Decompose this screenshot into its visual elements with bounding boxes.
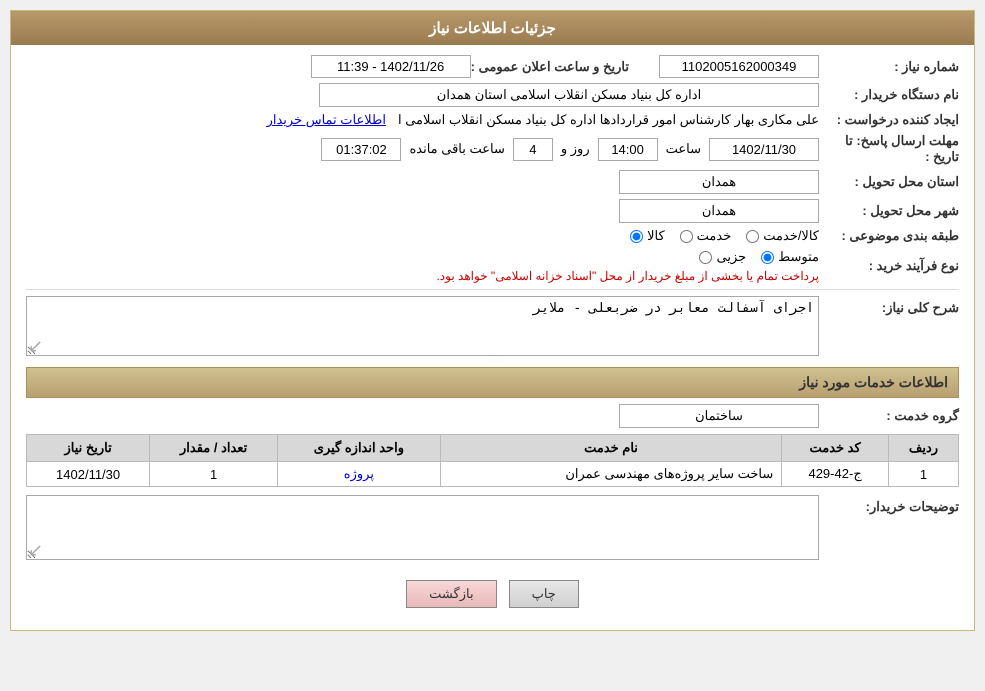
need-desc-textarea[interactable] — [26, 296, 819, 356]
category-option-khedmat[interactable]: خدمت — [680, 228, 732, 244]
col-header-quantity: تعداد / مقدار — [150, 435, 278, 462]
services-table-header-row: ردیف کد خدمت نام خدمت واحد اندازه گیری ت… — [27, 435, 959, 462]
need-desc-row: شرح کلی نیاز: ↙ — [26, 296, 959, 359]
need-desc-container: ↙ — [26, 296, 819, 359]
category-row: طبقه بندی موضوعی : کالا/خدمت خدمت کالا — [26, 228, 959, 244]
col-header-date: تاریخ نیاز — [27, 435, 150, 462]
category-kala-khedmat-label: کالا/خدمت — [763, 228, 819, 244]
col-header-row-num: ردیف — [888, 435, 958, 462]
button-row: چاپ بازگشت — [26, 568, 959, 620]
category-kala-radio[interactable] — [630, 230, 643, 243]
service-group-row: گروه خدمت : ساختمان — [26, 404, 959, 428]
page-title: جزئیات اطلاعات نیاز — [11, 11, 974, 45]
city-value: همدان — [619, 199, 819, 223]
main-box: جزئیات اطلاعات نیاز شماره نیاز : 1102005… — [10, 10, 975, 631]
buyer-notes-container: ↙ — [26, 495, 819, 563]
purchase-type-option-jozi[interactable]: جزیی — [699, 249, 746, 265]
need-desc-label: شرح کلی نیاز: — [819, 296, 959, 316]
creator-row: ایجاد کننده درخواست : علی مکاری بهار کار… — [26, 112, 959, 128]
cell-quantity: 1 — [150, 462, 278, 487]
city-row: شهر محل تحویل : همدان — [26, 199, 959, 223]
purchase-note: پرداخت تمام یا بخشی از مبلغ خریدار از مح… — [436, 269, 819, 283]
service-group-label: گروه خدمت : — [819, 408, 959, 424]
divider-1 — [26, 289, 959, 290]
purchase-motavaset-label: متوسط — [778, 249, 819, 265]
cell-service-name: ساخت سایر پروژه‌های مهندسی عمران — [440, 462, 782, 487]
content-area: شماره نیاز : 1102005162000349 تاریخ و سا… — [11, 45, 974, 630]
province-value: همدان — [619, 170, 819, 194]
back-button[interactable]: بازگشت — [406, 580, 496, 608]
creator-value: علی مکاری بهار کارشناس امور قراردادها اد… — [398, 112, 819, 128]
deadline-label: مهلت ارسال پاسخ: تا تاریخ : — [819, 133, 959, 165]
creator-link[interactable]: اطلاعات تماس خریدار — [267, 112, 386, 128]
buyer-notes-textarea[interactable] — [26, 495, 819, 560]
services-table: ردیف کد خدمت نام خدمت واحد اندازه گیری ت… — [26, 434, 959, 487]
service-group-value: ساختمان — [619, 404, 819, 428]
col-header-service-code: کد خدمت — [782, 435, 889, 462]
cell-date: 1402/11/30 — [27, 462, 150, 487]
page-wrapper: جزئیات اطلاعات نیاز شماره نیاز : 1102005… — [0, 0, 985, 691]
cell-row-num: 1 — [888, 462, 958, 487]
announcement-label: تاریخ و ساعت اعلان عمومی : — [471, 59, 629, 75]
print-button[interactable]: چاپ — [509, 580, 579, 608]
table-row: 1 ج-42-429 ساخت سایر پروژه‌های مهندسی عم… — [27, 462, 959, 487]
deadline-date: 1402/11/30 — [709, 138, 819, 161]
category-kala-khedmat-radio[interactable] — [746, 230, 759, 243]
category-kala-label: کالا — [647, 228, 665, 244]
deadline-remaining: 01:37:02 — [321, 138, 401, 161]
deadline-time-label: ساعت — [666, 141, 701, 157]
province-row: استان محل تحویل : همدان — [26, 170, 959, 194]
col-header-service-name: نام خدمت — [440, 435, 782, 462]
services-section-header: اطلاعات خدمات مورد نیاز — [26, 367, 959, 398]
category-khedmat-radio[interactable] — [680, 230, 693, 243]
city-label: شهر محل تحویل : — [819, 203, 959, 219]
province-label: استان محل تحویل : — [819, 174, 959, 190]
category-khedmat-label: خدمت — [697, 228, 732, 244]
category-option-kala-khedmat[interactable]: کالا/خدمت — [746, 228, 819, 244]
buyer-org-label: نام دستگاه خریدار : — [819, 87, 959, 103]
cell-unit: پروژه — [278, 462, 441, 487]
purchase-jozi-label: جزیی — [716, 249, 746, 265]
services-table-body: 1 ج-42-429 ساخت سایر پروژه‌های مهندسی عم… — [27, 462, 959, 487]
deadline-inputs: 1402/11/30 ساعت 14:00 روز و 4 ساعت باقی … — [321, 138, 819, 161]
need-number-row: شماره نیاز : 1102005162000349 تاریخ و سا… — [26, 55, 959, 78]
buyer-org-row: نام دستگاه خریدار : اداره کل بنیاد مسکن … — [26, 83, 959, 107]
deadline-time: 14:00 — [598, 138, 658, 161]
buyer-org-value: اداره کل بنیاد مسکن انقلاب اسلامی استان … — [319, 83, 819, 107]
purchase-type-row: نوع فرآیند خرید : متوسط جزیی پرداخت تمام… — [26, 249, 959, 283]
deadline-days: 4 — [513, 138, 553, 161]
category-option-kala[interactable]: کالا — [630, 228, 665, 244]
creator-label: ایجاد کننده درخواست : — [819, 112, 959, 128]
purchase-motavaset-radio[interactable] — [761, 251, 774, 264]
need-number-value: 1102005162000349 — [659, 55, 819, 78]
purchase-type-option-motavaset[interactable]: متوسط — [761, 249, 819, 265]
buyer-notes-label: توضیحات خریدار: — [819, 495, 959, 515]
services-section-label: اطلاعات خدمات مورد نیاز — [799, 374, 948, 390]
deadline-row: مهلت ارسال پاسخ: تا تاریخ : 1402/11/30 س… — [26, 133, 959, 165]
cell-service-code: ج-42-429 — [782, 462, 889, 487]
purchase-type-area: متوسط جزیی پرداخت تمام یا بخشی از مبلغ خ… — [436, 249, 819, 283]
announcement-value: 1402/11/26 - 11:39 — [311, 55, 471, 78]
services-table-head: ردیف کد خدمت نام خدمت واحد اندازه گیری ت… — [27, 435, 959, 462]
category-radio-group: کالا/خدمت خدمت کالا — [630, 228, 819, 244]
deadline-days-label: روز و — [561, 141, 590, 157]
deadline-remaining-label: ساعت باقی مانده — [409, 141, 504, 157]
purchase-type-label: نوع فرآیند خرید : — [819, 258, 959, 274]
purchase-jozi-radio[interactable] — [699, 251, 712, 264]
need-number-label: شماره نیاز : — [819, 59, 959, 75]
category-label: طبقه بندی موضوعی : — [819, 228, 959, 244]
purchase-type-radio-group: متوسط جزیی — [436, 249, 819, 265]
buyer-notes-row: توضیحات خریدار: ↙ — [26, 495, 959, 563]
col-header-unit: واحد اندازه گیری — [278, 435, 441, 462]
